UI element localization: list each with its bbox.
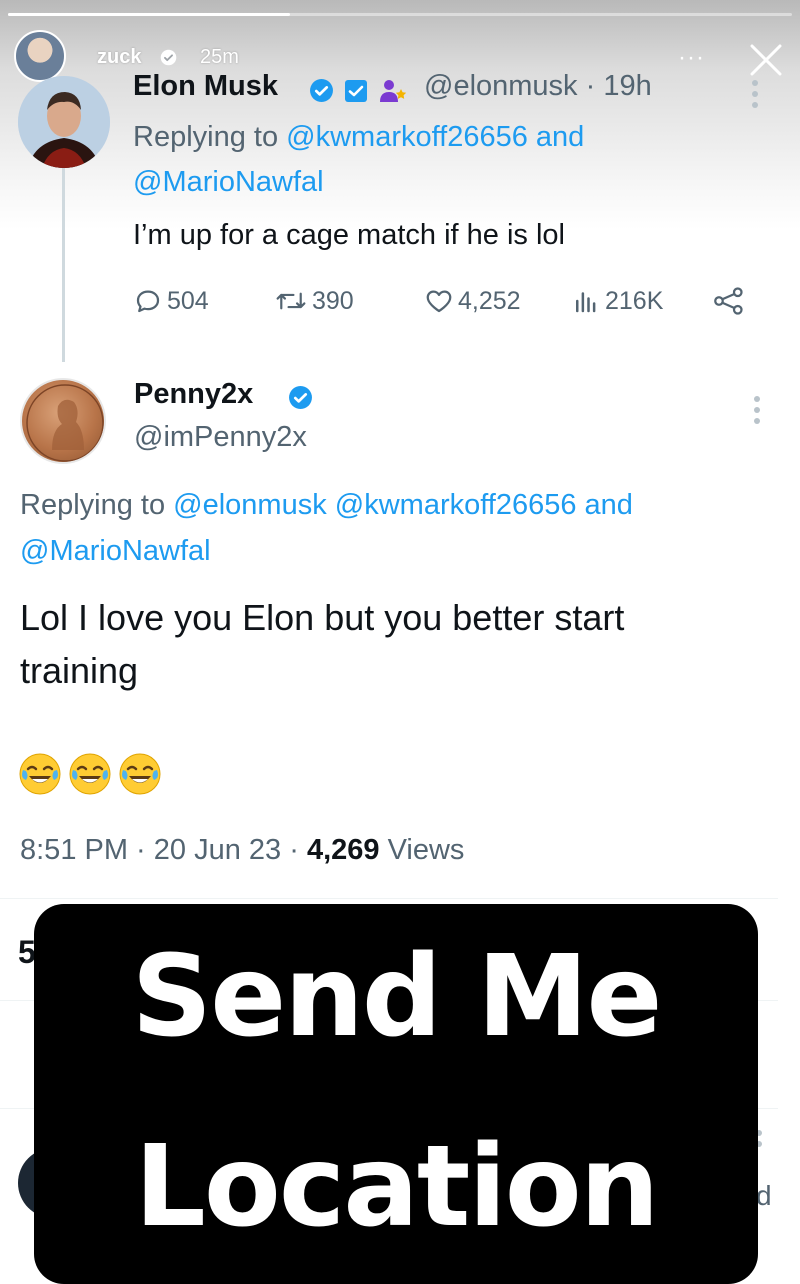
share-icon: [714, 287, 743, 315]
tweet1-text: I’m up for a cage match if he is lol: [133, 219, 565, 251]
views-count: 216K: [605, 286, 664, 315]
story-more-icon[interactable]: ···: [678, 44, 705, 72]
tweet1-replying-to-line2: @MarioNawfal: [133, 162, 324, 202]
retweet-count: 390: [312, 286, 354, 315]
replying-to-label: Replying to: [20, 489, 174, 521]
sticker-line1: Send Me: [131, 932, 663, 1062]
story-verified-icon: [160, 49, 177, 66]
partial-text: d: [756, 1180, 772, 1211]
tweet1-handle-time: @elonmusk · 19h: [424, 70, 652, 102]
tweet2-timestamp: 8:51 PM · 20 Jun 23 · 4,269 Views: [20, 834, 464, 867]
views-chart-icon: [576, 292, 596, 313]
tweet1-replying-to: Replying to @kwmarkoff26656 and: [133, 117, 584, 157]
reply-icon: [136, 290, 160, 313]
story-username[interactable]: zuck: [97, 46, 141, 69]
more-options-icon[interactable]: [754, 396, 762, 429]
tears-of-joy-emoji-icon: [19, 753, 61, 795]
tweet2-author[interactable]: Penny2x: [134, 378, 253, 411]
story-header-gradient: [0, 0, 800, 230]
reply-handle-link[interactable]: @MarioNawfal: [20, 535, 211, 567]
tears-of-joy-emoji-icon: [119, 753, 161, 795]
tweet2-text-line1: Lol I love you Elon but you better start: [20, 597, 625, 638]
thread-connector-line: [62, 162, 65, 362]
reply-and-text: and: [527, 121, 585, 153]
reply-handle-link[interactable]: @kwmarkoff26656: [286, 121, 528, 153]
story-avatar[interactable]: [14, 30, 66, 82]
reply-handle-link[interactable]: @MarioNawfal: [133, 166, 324, 198]
reply-and-text: and: [584, 489, 633, 521]
retweet-button[interactable]: 390: [274, 284, 354, 318]
close-icon[interactable]: [744, 38, 788, 82]
reply-handle-link[interactable]: @elonmusk: [173, 489, 327, 521]
like-button[interactable]: 4,252: [424, 284, 521, 318]
divider: [0, 898, 778, 899]
reply-button[interactable]: 504: [133, 284, 209, 318]
heart-icon: [426, 290, 452, 313]
emoji-row: [18, 752, 168, 796]
tweet2-handle: @imPenny2x: [134, 421, 307, 453]
verified-badge-icon: [310, 79, 333, 102]
replying-to-label: Replying to: [133, 121, 287, 153]
reply-count: 504: [167, 286, 209, 315]
sticker-line2: Location: [134, 1122, 660, 1252]
more-options-icon[interactable]: [752, 80, 760, 113]
penny-avatar[interactable]: [20, 378, 106, 464]
views-button[interactable]: 216K: [571, 284, 663, 318]
story-time: 25m: [200, 46, 239, 68]
story-progress-fill: [8, 13, 291, 16]
elon-avatar[interactable]: [18, 76, 110, 168]
penny-coin-image: [26, 384, 104, 462]
like-count: 4,252: [458, 286, 521, 315]
tears-of-joy-emoji-icon: [69, 753, 111, 795]
reply-handle-link[interactable]: @kwmarkoff26656: [335, 489, 577, 521]
tweet2-replying-to-line2: @MarioNawfal: [20, 531, 211, 571]
tweet1-author[interactable]: Elon Musk: [133, 70, 278, 103]
tweet2-replying-to: Replying to @elonmusk @kwmarkoff26656 an…: [20, 485, 633, 525]
retweet-icon: [276, 292, 306, 310]
elon-avatar-image: [18, 76, 110, 168]
story-progress-bar: [8, 13, 792, 16]
tweet-time: 8:51 PM · 20 Jun 23 ·: [20, 834, 307, 866]
tweet2-text-line2: training: [20, 650, 139, 691]
share-button[interactable]: [712, 284, 750, 318]
tweet-views-label: Views: [379, 834, 465, 866]
government-badge-icon: [345, 80, 367, 102]
tweet-view-count: 4,269: [306, 834, 380, 866]
affiliate-badge-icon: [380, 80, 407, 102]
text-sticker[interactable]: Send Me Location: [34, 904, 758, 1284]
verified-badge-icon: [289, 386, 312, 409]
